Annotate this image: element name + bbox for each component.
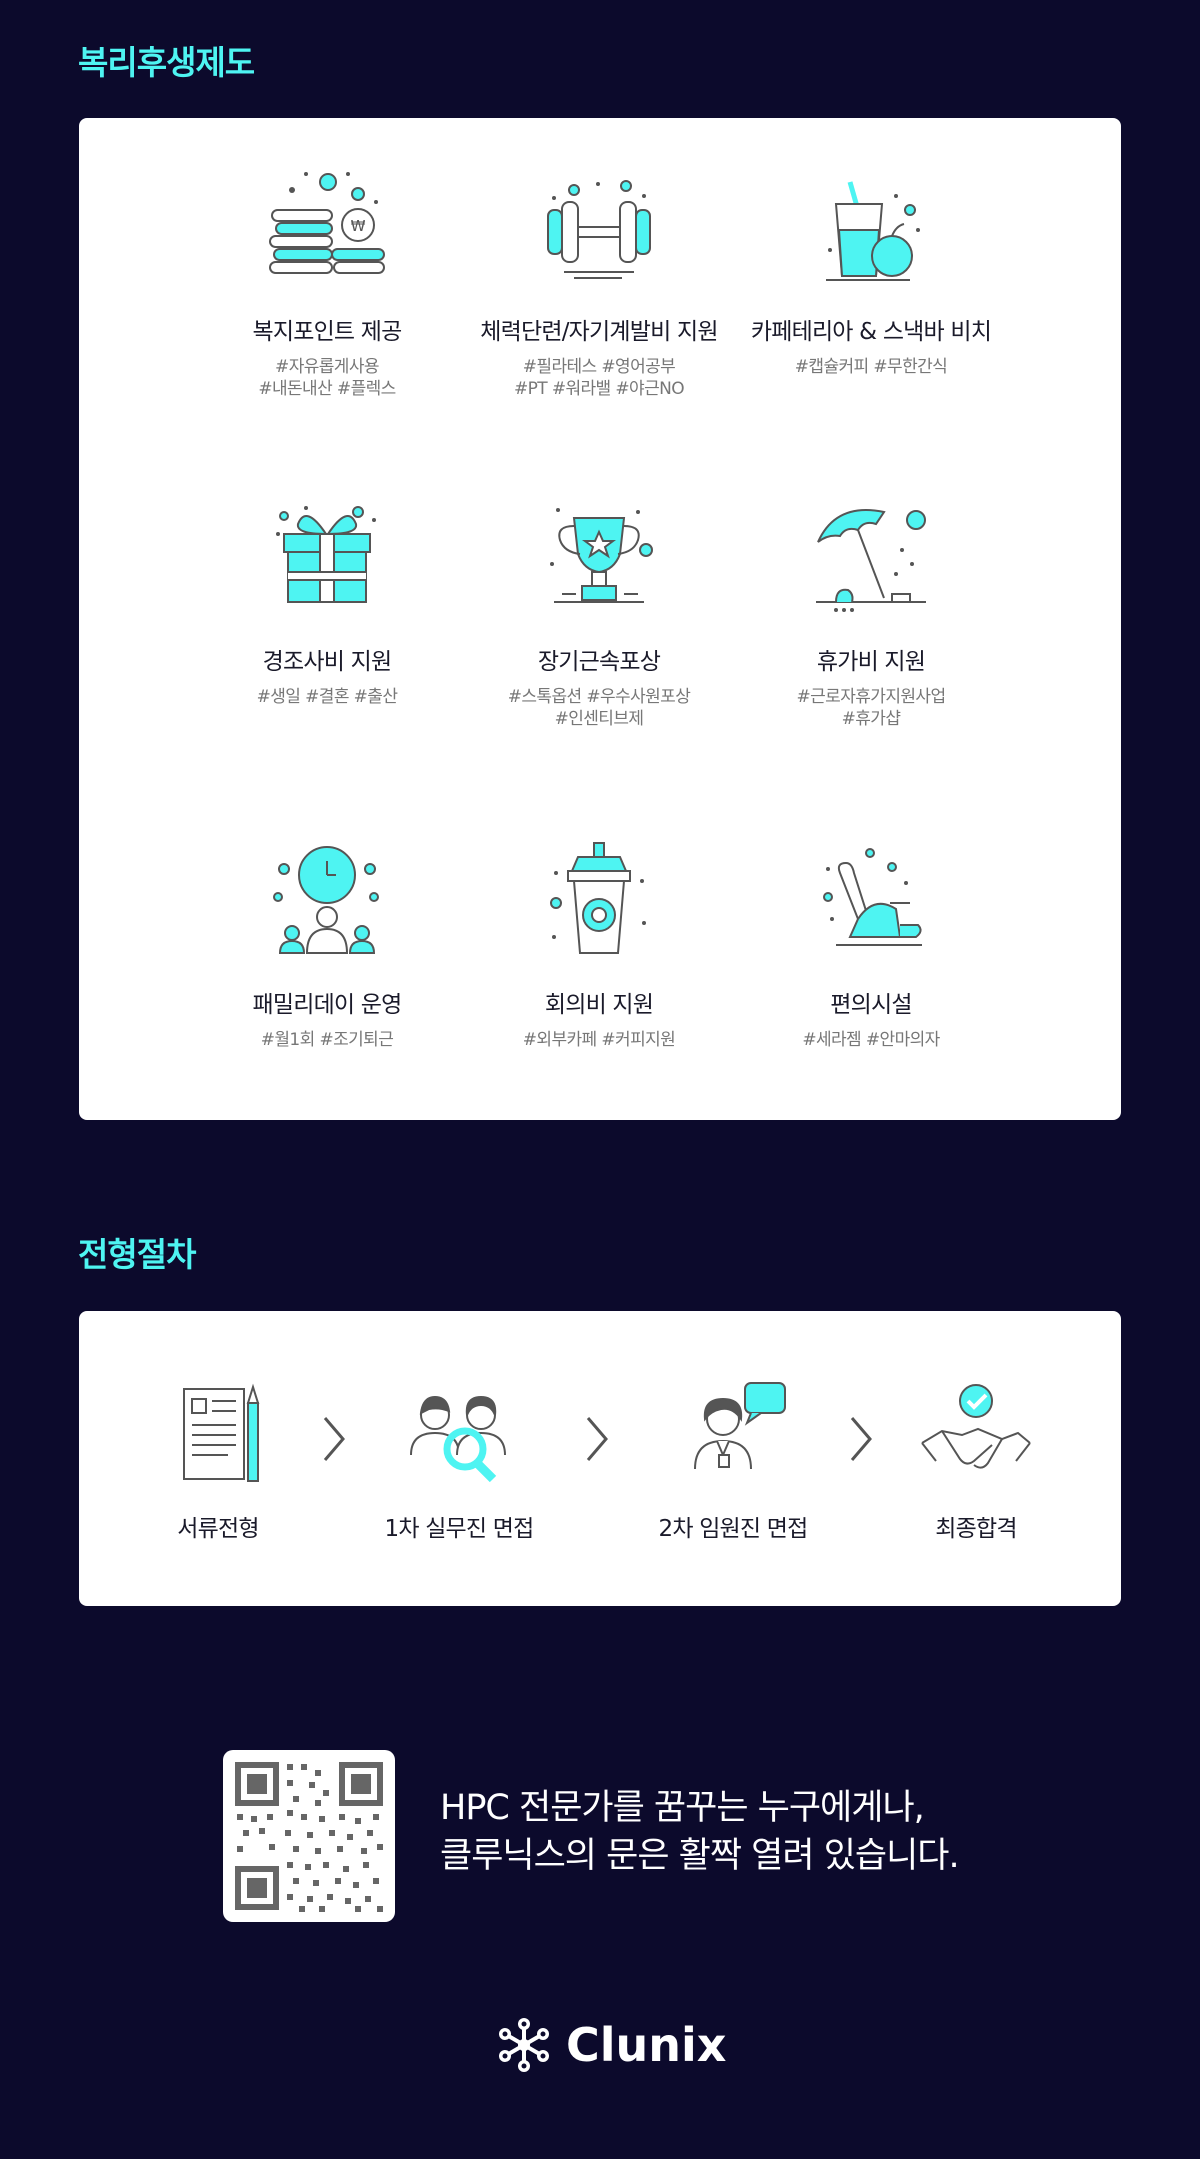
benefit-amenities: 편의시설 #세라젬 #안마의자	[701, 833, 1041, 1051]
benefit-vacation-support: 휴가비 지원 #근로자휴가지원사업 #휴가샵	[701, 490, 1041, 730]
process-card: 서류전형 1차 실무진 면접 2차 임원진 면접 최종합격	[79, 1311, 1121, 1606]
clunix-logo-icon	[499, 2018, 549, 2072]
benefit-name: 편의시설	[830, 992, 912, 1018]
massage-chair-icon	[823, 848, 922, 946]
drink-icon	[826, 181, 920, 281]
process-title: 전형절차	[78, 1235, 196, 1274]
benefit-tags: #캡슐커피 #무한간식	[794, 357, 948, 377]
trophy-icon	[550, 508, 653, 603]
gift-icon	[276, 506, 376, 603]
step-label: 최종합격	[935, 1516, 1017, 1542]
benefits-card: ₩ 복지포인트 제공 #자유롭게사용 #내돈내산 #플렉스 체력단련/자기계발비…	[79, 118, 1121, 1120]
slogan-line-1: HPC 전문가를 꿈꾸는 누구에게나,	[440, 1788, 925, 1828]
clunix-logo: Clunix	[496, 2015, 726, 2075]
logo-wordmark: Clunix	[566, 2018, 727, 2072]
coin-stack-icon: ₩	[269, 172, 385, 274]
coffee-cup-icon	[550, 842, 646, 954]
beach-umbrella-icon	[816, 509, 926, 612]
executive-chat-icon	[694, 1382, 786, 1470]
process-step-second-interview: 2차 임원진 면접	[613, 1379, 853, 1543]
qr-code[interactable]	[223, 1750, 395, 1922]
dumbbell-icon	[547, 180, 651, 279]
process-step-first-interview: 1차 실무진 면접	[339, 1379, 579, 1543]
qr-code-icon	[235, 1762, 383, 1912]
step-label: 2차 임원진 면접	[658, 1516, 808, 1542]
interviewers-search-icon	[410, 1395, 506, 1483]
process-step-document: 서류전형	[98, 1379, 338, 1543]
benefits-title: 복리후생제도	[78, 43, 255, 82]
benefit-cafeteria: 카페테리아 & 스낵바 비치 #캡슐커피 #무한간식	[701, 160, 1041, 378]
step-label: 서류전형	[177, 1516, 259, 1542]
step-label: 1차 실무진 면접	[384, 1516, 534, 1542]
document-pencil-icon	[183, 1383, 260, 1482]
family-clock-icon	[273, 846, 379, 954]
slogan-line-2: 클루닉스의 문은 활짝 열려 있습니다.	[440, 1836, 960, 1876]
process-step-final: 최종합격	[856, 1379, 1096, 1543]
handshake-check-icon	[921, 1384, 1031, 1469]
benefit-tags: #근로자휴가지원사업 #휴가샵	[796, 687, 946, 729]
benefit-name: 카페테리아 & 스낵바 비치	[750, 319, 992, 345]
svg-text:₩: ₩	[351, 217, 366, 235]
benefit-tags: #세라젬 #안마의자	[802, 1030, 940, 1050]
chevron-right-icon	[586, 1417, 608, 1461]
slogan: HPC 전문가를 꿈꾸는 누구에게나, 클루닉스의 문은 활짝 열려 있습니다.	[440, 1784, 960, 1880]
benefit-name: 휴가비 지원	[816, 649, 926, 675]
